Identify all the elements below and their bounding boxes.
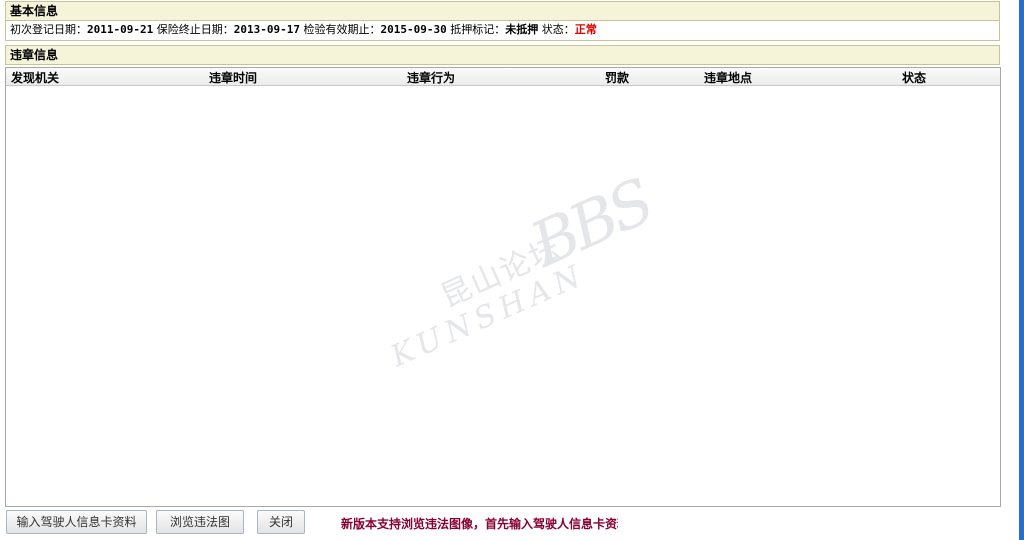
browse-violation-images-button[interactable]: 浏览违法图 xyxy=(156,510,244,534)
violation-table-header: 发现机关 违章时间 违章行为 罚款 违章地点 状态 xyxy=(6,68,1000,86)
column-header-location[interactable]: 违章地点 xyxy=(704,69,752,86)
mortgage-value: 未抵押 xyxy=(505,23,539,36)
first-register-value: 2011-09-21 xyxy=(87,23,154,36)
basic-info-row: 初次登记日期：2011-09-21 保险终止日期：2013-09-17 检验有效… xyxy=(5,21,1000,41)
insurance-end-label: 保险终止日期： xyxy=(156,23,234,36)
violation-table[interactable]: 发现机关 违章时间 违章行为 罚款 违章地点 状态 xyxy=(5,67,1001,507)
notice-text: 新版本支持浏览违法图像，首先输入驾驶人信息卡资料 xyxy=(341,517,618,531)
column-header-status[interactable]: 状态 xyxy=(902,69,926,86)
status-value: 正常 xyxy=(574,23,597,36)
input-driver-card-button[interactable]: 输入驾驶人信息卡资料 xyxy=(6,510,147,534)
violation-info-panel: 违章信息 xyxy=(5,45,1000,65)
action-bar: 输入驾驶人信息卡资料 浏览违法图 关闭 新版本支持浏览违法图像，首先输入驾驶人信… xyxy=(0,508,1019,540)
inspection-valid-label: 检验有效期止： xyxy=(303,23,381,36)
insurance-end-value: 2013-09-17 xyxy=(233,23,300,36)
first-register-label: 初次登记日期： xyxy=(10,23,87,36)
basic-info-panel: 基本信息 初次登记日期：2011-09-21 保险终止日期：2013-09-17… xyxy=(5,1,1000,41)
window-edge xyxy=(1019,0,1024,540)
column-header-behavior[interactable]: 违章行为 xyxy=(407,69,455,86)
column-header-fine[interactable]: 罚款 xyxy=(605,69,629,86)
inspection-valid-value: 2015-09-30 xyxy=(380,23,447,36)
status-label: 状态： xyxy=(541,23,575,36)
close-button[interactable]: 关闭 xyxy=(257,510,305,534)
violation-info-header: 违章信息 xyxy=(5,45,1000,65)
basic-info-header: 基本信息 xyxy=(5,1,1000,21)
column-header-time[interactable]: 违章时间 xyxy=(209,69,257,86)
column-header-authority[interactable]: 发现机关 xyxy=(11,69,59,86)
mortgage-label: 抵押标记： xyxy=(450,23,506,36)
